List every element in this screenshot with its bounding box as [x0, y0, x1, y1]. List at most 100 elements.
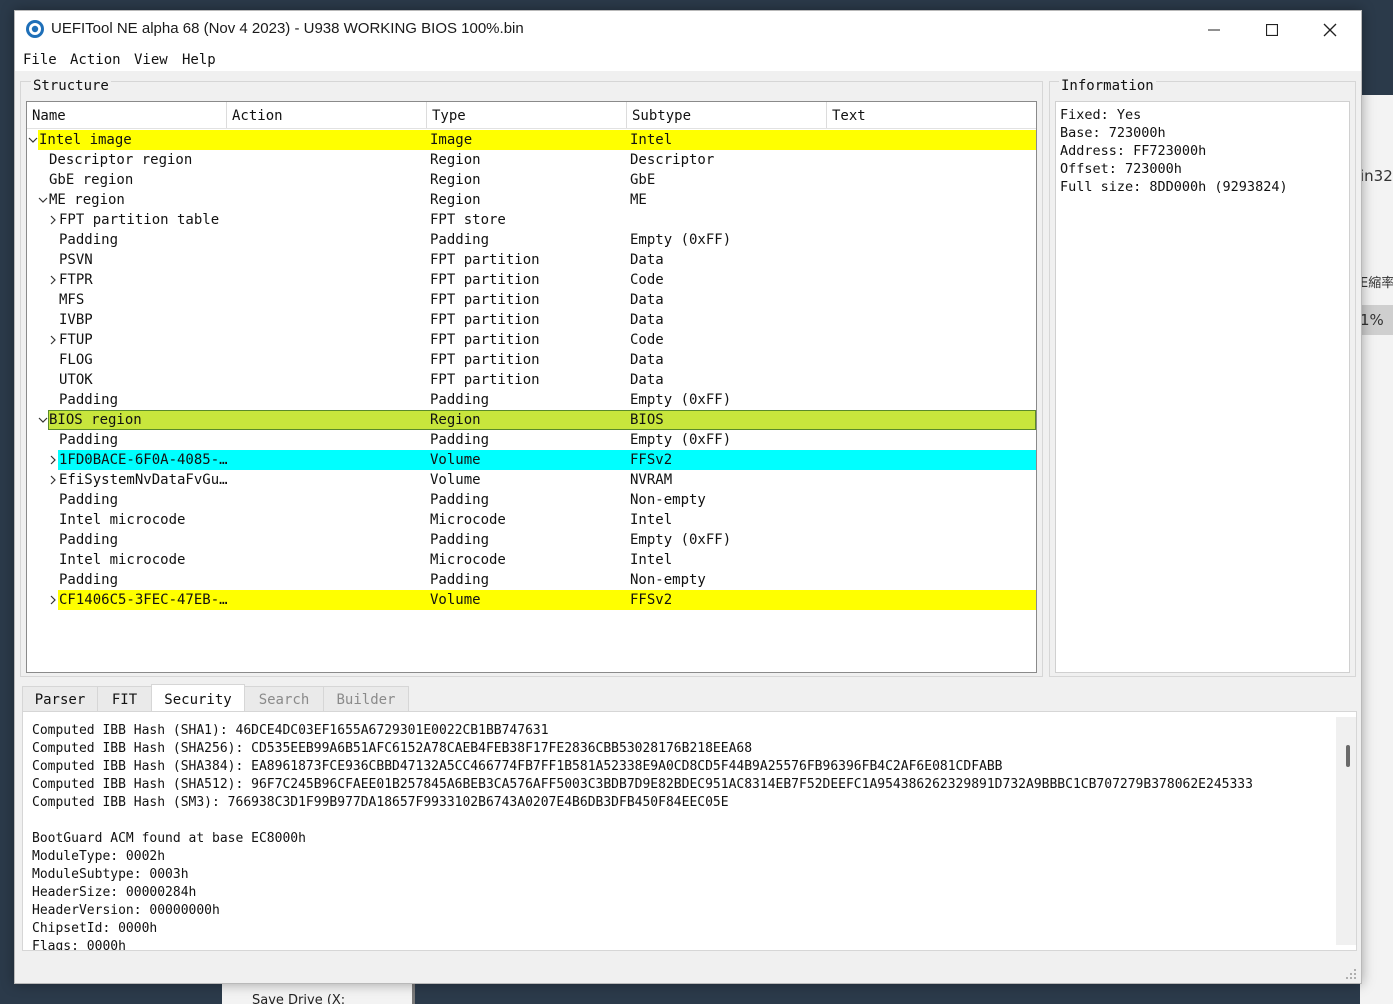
tree-cell-type: FPT partition [430, 352, 540, 368]
chevron-right-icon[interactable] [47, 470, 59, 490]
tree-cell-type: FPT partition [430, 372, 540, 388]
tree-cell-type: FPT partition [430, 332, 540, 348]
tab-parser[interactable]: Parser [22, 686, 98, 712]
tree-cell-type: Volume [430, 452, 481, 468]
tree-cell-name: GbE region [49, 172, 134, 188]
tree-cell-type: Region [430, 412, 481, 428]
tree-cell-subtype: Data [630, 312, 664, 328]
tree-row[interactable]: UTOK FPT partition Data [27, 370, 1036, 390]
tab-security[interactable]: Security [151, 684, 245, 712]
tree-cell-subtype: NVRAM [630, 472, 673, 488]
window-title: UEFITool NE alpha 68 (Nov 4 2023) - U938… [51, 20, 524, 37]
tree-row[interactable]: ME region Region ME [27, 190, 1036, 210]
tree-cell-name: IVBP [59, 312, 93, 328]
tab-fit[interactable]: FIT [97, 686, 152, 712]
tree-row[interactable]: FTUP FPT partition Code [27, 330, 1036, 350]
tree-cell-type: Padding [430, 392, 490, 408]
chevron-right-icon[interactable] [47, 590, 59, 610]
log-scrollbar[interactable] [1336, 717, 1356, 945]
tree-cell-type: Padding [430, 232, 490, 248]
structure-label: Structure [31, 78, 111, 94]
chevron-down-icon[interactable] [37, 190, 49, 210]
chevron-right-icon[interactable] [47, 270, 59, 290]
menu-action[interactable]: Action [70, 52, 121, 68]
log-line: ModuleType: 0002h [32, 849, 166, 864]
resize-grip-icon[interactable] [1345, 968, 1357, 980]
tree-row[interactable]: FLOG FPT partition Data [27, 350, 1036, 370]
tree-row[interactable]: MFS FPT partition Data [27, 290, 1036, 310]
log-line: Flags: 0000h [32, 939, 126, 951]
tree-row[interactable]: FPT partition table FPT store [27, 210, 1036, 230]
tree-cell-subtype: Empty (0xFF) [630, 532, 732, 548]
tree-row[interactable]: Descriptor region Region Descriptor [27, 150, 1036, 170]
tree-cell-subtype: Empty (0xFF) [630, 432, 732, 448]
tree-row[interactable]: FTPR FPT partition Code [27, 270, 1036, 290]
tree-row[interactable]: Intel microcode Microcode Intel [27, 510, 1036, 530]
tree-row[interactable]: Intel microcode Microcode Intel [27, 550, 1036, 570]
close-button[interactable] [1301, 11, 1359, 49]
security-log[interactable]: Computed IBB Hash (SHA1): 46DCE4DC03EF16… [22, 711, 1357, 951]
info-line: Offset: 723000h [1060, 161, 1182, 177]
tree-row[interactable]: 1FD0BACE-6F0A-4085-… Volume FFSv2 [27, 450, 1036, 470]
tree-cell-subtype: ME [630, 192, 647, 208]
tree-row[interactable]: Padding Padding Empty (0xFF) [27, 230, 1036, 250]
tree-row[interactable]: Intel image Image Intel [27, 130, 1036, 150]
minimize-icon [1208, 29, 1220, 31]
tree-row[interactable]: Padding Padding Empty (0xFF) [27, 430, 1036, 450]
tree-cell-type: Padding [430, 492, 490, 508]
title-bar[interactable]: UEFITool NE alpha 68 (Nov 4 2023) - U938… [15, 11, 1361, 49]
tree-cell-subtype: Descriptor [630, 152, 715, 168]
tree-cell-type: FPT partition [430, 272, 540, 288]
column-header-action[interactable]: Action [227, 102, 427, 128]
minimize-button[interactable] [1185, 11, 1243, 49]
menu-help[interactable]: Help [182, 52, 216, 68]
tree-cell-name: Padding [59, 392, 119, 408]
log-line: HeaderVersion: 00000000h [32, 903, 220, 918]
menu-view[interactable]: View [134, 52, 168, 68]
tree-row[interactable]: EfiSystemNvDataFvGu… Volume NVRAM [27, 470, 1036, 490]
tree-cell-name: Descriptor region [49, 152, 193, 168]
maximize-button[interactable] [1243, 11, 1301, 49]
chevron-right-icon[interactable] [47, 330, 59, 350]
menu-bar: File Action View Help [15, 49, 1361, 71]
tree-row[interactable]: Padding Padding Empty (0xFF) [27, 390, 1036, 410]
tree-header: Name Action Type Subtype Text [27, 102, 1036, 129]
information-panel[interactable]: Fixed: Yes Base: 723000h Address: FF7230… [1055, 101, 1350, 673]
tree-row[interactable]: Padding Padding Non-empty [27, 570, 1036, 590]
tree-cell-subtype: Intel [630, 132, 673, 148]
tree-row[interactable]: PSVN FPT partition Data [27, 250, 1036, 270]
chevron-down-icon[interactable] [37, 410, 49, 430]
column-header-type[interactable]: Type [427, 102, 627, 128]
chevron-right-icon[interactable] [47, 450, 59, 470]
tree-cell-subtype: Data [630, 372, 664, 388]
column-header-name[interactable]: Name [27, 102, 227, 128]
menu-file[interactable]: File [23, 52, 57, 68]
tree-row[interactable]: BIOS region Region BIOS [27, 410, 1036, 430]
tree-cell-subtype: Data [630, 292, 664, 308]
tree-cell-subtype: Empty (0xFF) [630, 392, 732, 408]
chevron-right-icon[interactable] [47, 210, 59, 230]
tree-cell-name: Padding [59, 532, 119, 548]
background-text: E縮率 [1360, 276, 1393, 291]
tree-cell-type: Padding [430, 432, 490, 448]
column-header-text[interactable]: Text [827, 102, 1036, 128]
tree-row[interactable]: IVBP FPT partition Data [27, 310, 1036, 330]
tree-row[interactable]: Padding Padding Empty (0xFF) [27, 530, 1036, 550]
tree-cell-name: CF1406C5-3FEC-47EB-… [59, 592, 227, 608]
tree-cell-type: FPT store [430, 212, 506, 228]
tree-row[interactable]: CF1406C5-3FEC-47EB-… Volume FFSv2 [27, 590, 1036, 610]
tree-cell-name: BIOS region [49, 412, 142, 428]
info-line: Base: 723000h [1060, 125, 1166, 141]
info-line: Fixed: Yes [1060, 107, 1142, 123]
tree-row[interactable]: GbE region Region GbE [27, 170, 1036, 190]
log-scrollbar-thumb[interactable] [1346, 745, 1350, 767]
background-window-fragment: in32 E縮率 1% [1360, 95, 1393, 1004]
structure-tree[interactable]: Name Action Type Subtype Text Intel imag… [26, 101, 1037, 673]
tree-cell-name: Intel image [39, 132, 132, 148]
tree-cell-subtype: Non-empty [630, 572, 706, 588]
tree-row[interactable]: Padding Padding Non-empty [27, 490, 1036, 510]
chevron-down-icon[interactable] [27, 130, 39, 150]
tree-cell-type: Image [430, 132, 473, 148]
log-line: Computed IBB Hash (SM3): 766938C3D1F99B9… [32, 795, 729, 810]
column-header-subtype[interactable]: Subtype [627, 102, 827, 128]
